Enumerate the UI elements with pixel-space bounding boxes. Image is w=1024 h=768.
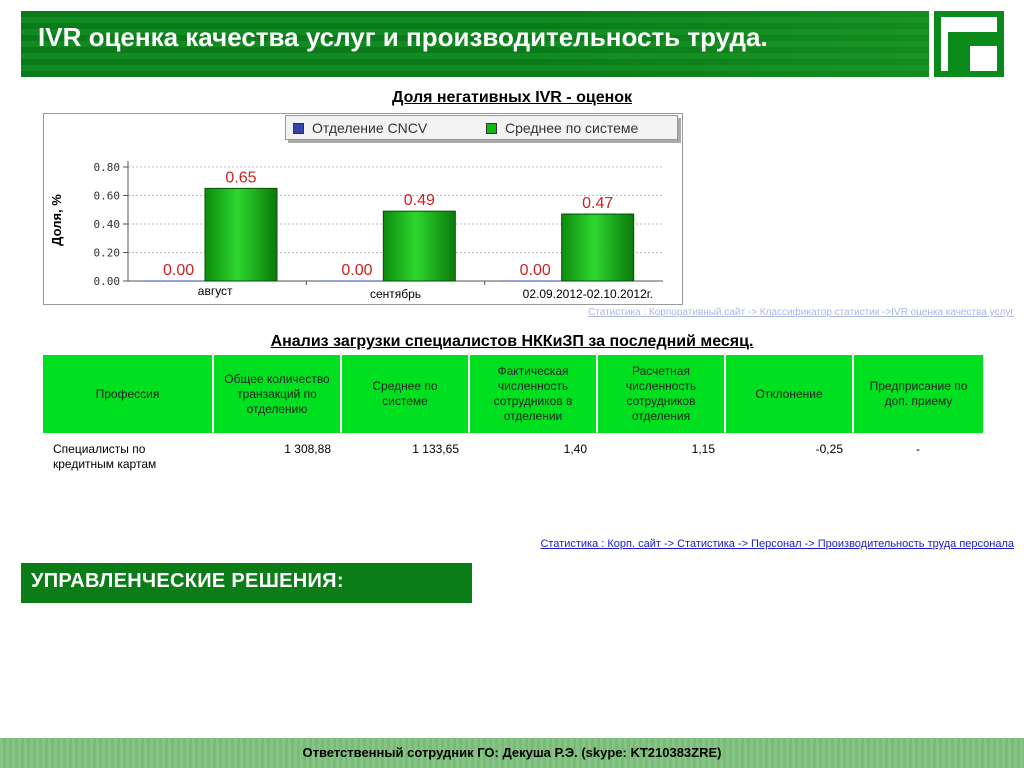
col-header: Расчетная численность сотрудников отделе… [597,355,726,433]
data-label: 0.47 [582,195,613,212]
bar-system [561,213,635,282]
bar-chart: 0.00 0.20 0.40 0.60 0.80 Доля, % 0.00 0.65 авгус… [49,161,663,301]
legend-swatch-blue [293,123,304,134]
col-header: Общее количество транзакций по отделению [213,355,342,433]
table-header-row: Профессия Общее количество транзакций по… [43,355,983,433]
legend-item-cncv: Отделение CNCV [293,120,427,136]
col-header: Среднее по системе [341,355,470,433]
chart-source-link[interactable]: Статистика : Корпоративный сайт -> Класс… [588,307,1014,318]
y-tick-label: 0.00 [94,275,121,288]
decisions-heading: УПРАВЛЕНЧЕСКИЕ РЕШЕНИЯ: [21,563,472,603]
legend-label: Среднее по системе [505,120,639,136]
y-axis-label: Доля, % [49,194,64,246]
cell-estimated-staff: 1,15 [691,442,715,456]
legend-swatch-green [486,123,497,134]
col-header: Профессия [43,355,214,433]
legend-item-system: Среднее по системе [486,120,638,136]
data-label: 0.00 [520,262,551,279]
bank-logo [934,11,1004,77]
bar-cncv [320,280,393,282]
chart-legend: Отделение CNCV Среднее по системе [285,115,678,140]
cell-hiring-order: - [916,442,920,456]
workload-table: Профессия Общее количество транзакций по… [43,355,983,476]
bar-system [204,187,278,282]
page-title: IVR оценка качества услуг и производител… [38,22,768,52]
x-tick-label: сентябрь [370,287,421,301]
y-tick-label: 0.60 [94,190,121,203]
col-header: Предприсание по доп. приему [853,355,983,433]
table-source-link[interactable]: Статистика : Корп. сайт -> Статистика ->… [540,538,1014,550]
cell-transactions: 1 308,88 [284,442,331,456]
data-label: 0.00 [341,262,372,279]
data-label: 0.00 [163,262,194,279]
cell-actual-staff: 1,40 [563,442,587,456]
y-tick-label: 0.40 [94,218,121,231]
y-tick-label: 0.20 [94,247,121,260]
table-row: Специалисты по кредитным картам 1 308,88… [43,433,983,476]
col-header: Отклонение [725,355,854,433]
cell-system-avg: 1 133,65 [412,442,459,456]
x-tick-label: август [198,284,233,298]
slide: IVR оценка качества услуг и производител… [0,0,1024,768]
data-label: 0.49 [404,192,435,209]
cell-deviation: -0,25 [815,442,843,456]
x-tick-label: 02.09.2012-02.10.2012г. [523,287,653,301]
bar-system [382,210,456,282]
y-tick-label: 0.80 [94,161,121,174]
footer-text: Ответственный сотрудник ГО: Декуша Р.Э. … [302,745,722,760]
bar-cncv [142,280,215,282]
data-label: 0.65 [225,169,256,186]
chart-title: Доля негативных IVR - оценок [391,89,633,106]
bar-cncv [499,280,572,282]
legend-label: Отделение CNCV [312,120,428,136]
table-title: Анализ загрузки специалистов НККиЗП за п… [270,333,754,350]
cell-profession: Специалисты по кредитным картам [53,442,157,471]
col-header: Фактическая численность сотрудников в от… [469,355,598,433]
